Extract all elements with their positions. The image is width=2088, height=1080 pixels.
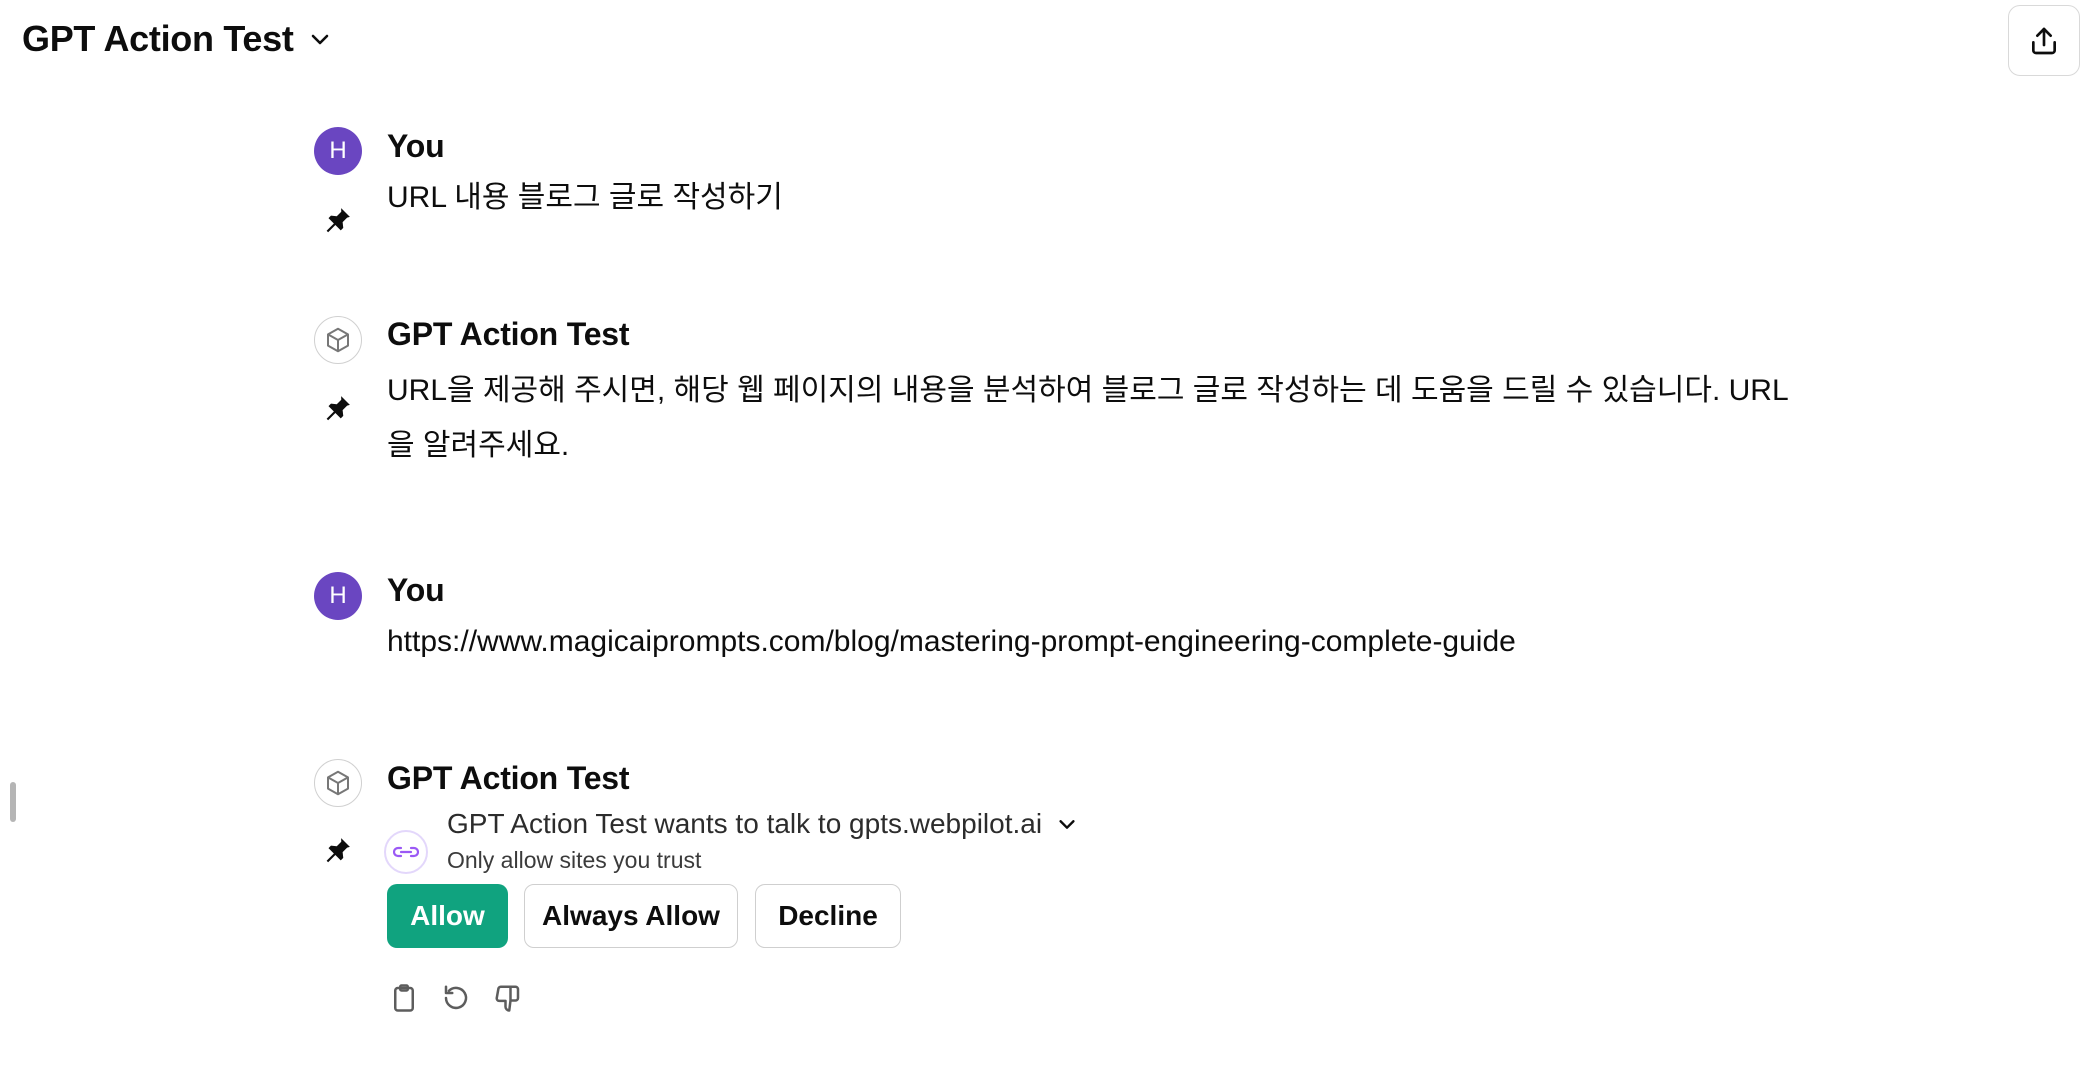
gpt-avatar [314,759,362,807]
action-link-badge [384,830,428,874]
message-author: GPT Action Test [387,760,630,796]
share-icon [2032,27,2056,54]
gpt-cube-icon [327,327,349,353]
pin-button[interactable] [320,202,356,238]
message-text: https://www.magicaiprompts.com/blog/mast… [387,625,1516,658]
gpt-cube-icon [327,770,349,796]
avatar-letter: H [329,582,347,609]
message-author: You [387,572,445,608]
gpt-avatar [314,316,362,364]
message-author: GPT Action Test [387,316,630,352]
allow-button[interactable]: Allow [387,884,508,948]
regenerate-button[interactable] [440,982,472,1014]
message-author: You [387,128,445,164]
always-allow-button[interactable]: Always Allow [524,884,738,948]
avatar-letter: H [329,137,347,164]
message-text-line: URL을 제공해 주시면, 해당 웹 페이지의 내용을 분석하여 블로그 글로 … [387,374,1789,407]
pin-icon [326,396,350,421]
action-request-toggle[interactable]: GPT Action Test wants to talk to gpts.we… [447,808,1078,840]
clipboard-icon [394,984,414,1012]
share-button[interactable] [2008,5,2080,76]
page-title: GPT Action Test [22,18,294,59]
thumbs-down-icon [495,985,520,1012]
pin-button[interactable] [320,832,356,868]
regenerate-icon [444,985,468,1010]
pin-icon [326,208,350,233]
thumbs-down-button[interactable] [492,982,524,1014]
action-request-title: GPT Action Test wants to talk to gpts.we… [447,808,1043,839]
message-text: URL 내용 블로그 글로 작성하기 [387,181,783,214]
user-avatar: H [314,127,362,175]
chevron-down-icon [311,34,328,45]
scrollbar-handle[interactable] [10,782,16,822]
decline-button[interactable]: Decline [755,884,901,948]
action-request-subtitle: Only allow sites you trust [447,847,702,873]
message-text-line: 을 알려주세요. [387,429,570,462]
user-avatar: H [314,572,362,620]
link-icon [393,846,419,858]
chevron-down-icon [1059,820,1075,829]
pin-icon [326,838,350,863]
copy-button[interactable] [388,982,420,1014]
pin-button[interactable] [320,390,356,426]
gpt-title-dropdown[interactable]: GPT Action Test [22,18,332,60]
